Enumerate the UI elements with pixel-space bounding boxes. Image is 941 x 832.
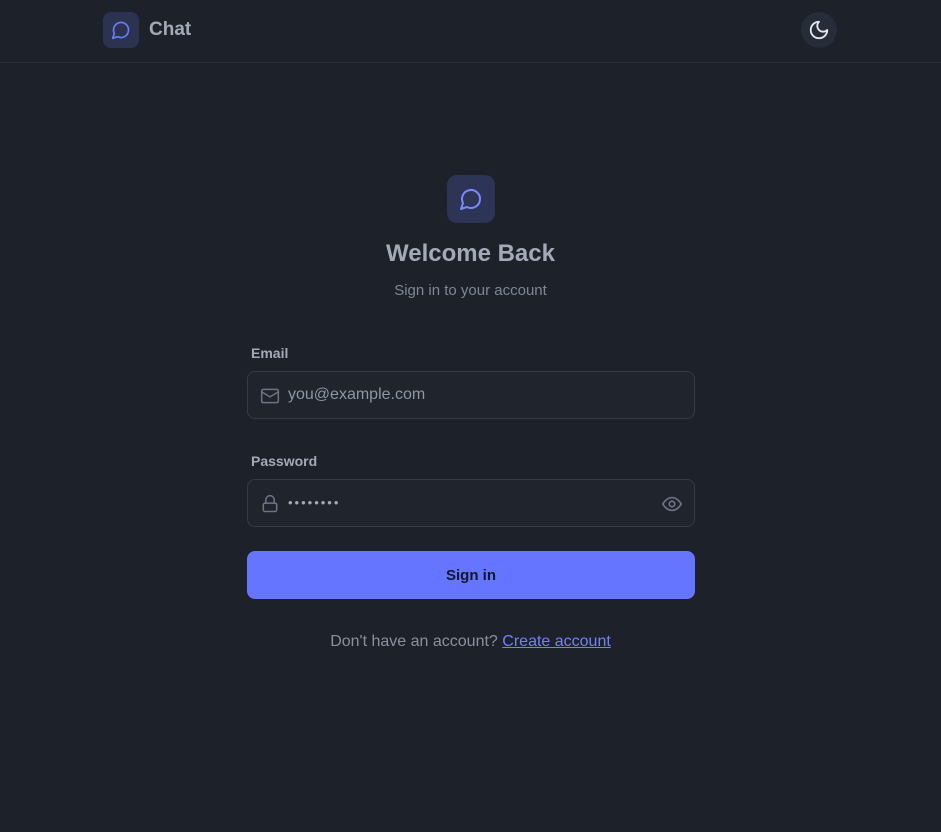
eye-icon[interactable] bbox=[661, 493, 683, 515]
page-title: Welcome Back bbox=[386, 240, 555, 267]
moon-icon bbox=[809, 20, 829, 40]
password-label: Password bbox=[251, 453, 318, 469]
password-field[interactable]: •••••••• bbox=[247, 479, 695, 527]
password-value: •••••••• bbox=[288, 495, 341, 510]
chat-bubble-icon bbox=[447, 175, 495, 223]
brand[interactable]: Chat bbox=[103, 12, 191, 48]
lock-icon bbox=[262, 494, 278, 513]
signup-prompt-text: Don't have an account? bbox=[330, 633, 498, 650]
create-account-link[interactable]: Create account bbox=[502, 633, 611, 650]
mail-icon bbox=[260, 388, 280, 404]
email-label: Email bbox=[251, 345, 289, 361]
email-placeholder: you@example.com bbox=[288, 386, 426, 403]
top-bar: Chat bbox=[0, 0, 941, 63]
signup-prompt: Don't have an account? Create account bbox=[0, 633, 941, 651]
page-subtitle: Sign in to your account bbox=[394, 282, 547, 299]
app-name: Chat bbox=[149, 19, 192, 40]
sign-in-button[interactable]: Sign in bbox=[247, 551, 695, 599]
chat-bubble-icon bbox=[103, 12, 139, 48]
theme-toggle-button[interactable] bbox=[801, 12, 837, 48]
email-field[interactable]: you@example.com bbox=[247, 371, 695, 419]
